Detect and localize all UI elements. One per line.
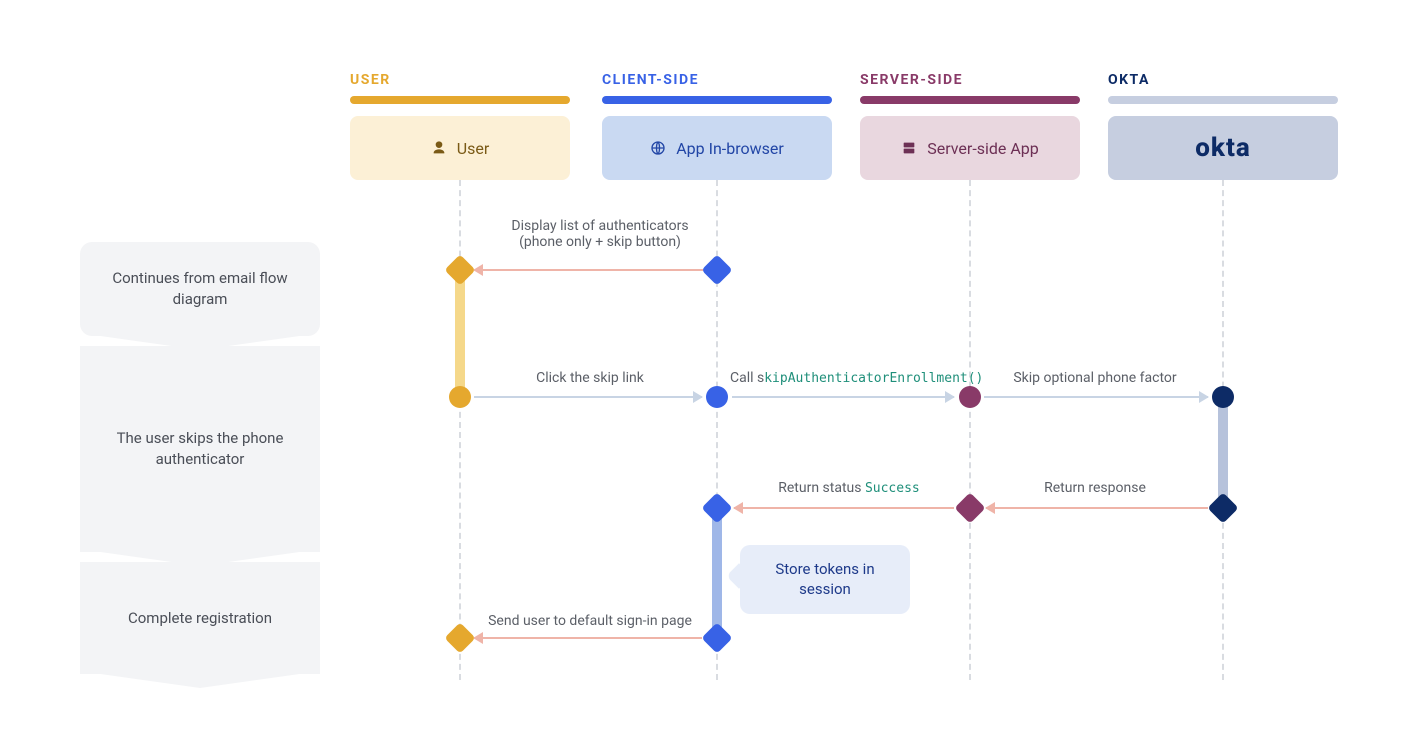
lane-label: Server-side App xyxy=(927,139,1039,158)
step-label: Complete registration xyxy=(128,608,272,629)
node-user xyxy=(449,386,471,408)
lane-label: User xyxy=(457,139,490,158)
arrow-skip-optional xyxy=(984,396,1208,398)
lane-title-user: USER xyxy=(350,72,391,88)
lane-label: App In-browser xyxy=(676,139,784,158)
msg-send-to-signin: Send user to default sign-in page xyxy=(465,613,715,629)
arrow-click-skip xyxy=(474,396,702,398)
node-server xyxy=(954,492,985,523)
lane-bar-okta xyxy=(1108,96,1338,104)
step-label: The user skips the phone authenticator xyxy=(104,428,296,470)
lane-title-server: SERVER-SIDE xyxy=(860,72,963,88)
arrow-return-status xyxy=(734,507,954,509)
node-client xyxy=(706,386,728,408)
arrow-return-response xyxy=(986,507,1208,509)
chevron-divider xyxy=(80,672,320,694)
arrow-call-skip xyxy=(732,396,954,398)
arrow-send-to-signin xyxy=(474,637,702,639)
step-complete-registration: Complete registration xyxy=(80,562,320,674)
lifeline-server xyxy=(969,180,971,680)
msg-click-skip: Click the skip link xyxy=(490,370,690,386)
step-skip-phone: The user skips the phone authenticator xyxy=(80,346,320,552)
lane-title-client: CLIENT-SIDE xyxy=(602,72,699,88)
diagram-canvas: Continues from email flow diagram The us… xyxy=(0,0,1424,740)
lane-box-user: User xyxy=(350,116,570,180)
msg-return-response: Return response xyxy=(1000,480,1190,496)
note-store-tokens: Store tokens in session xyxy=(740,545,910,614)
lane-box-okta: okta xyxy=(1108,116,1338,180)
node-client xyxy=(701,492,732,523)
lane-bar-server xyxy=(860,96,1080,104)
lane-box-client: App In-browser xyxy=(602,116,832,180)
activation-okta xyxy=(1218,396,1228,508)
node-server xyxy=(959,386,981,408)
lane-bar-user xyxy=(350,96,570,104)
step-label: Continues from email flow diagram xyxy=(104,268,296,310)
server-icon xyxy=(901,140,917,156)
msg-call-skip-enrollment: Call skipAuthenticatorEnrollment() xyxy=(730,370,970,386)
lane-title-okta: OKTA xyxy=(1108,72,1150,88)
msg-return-status: Return status Success xyxy=(744,480,954,496)
globe-icon xyxy=(650,140,666,156)
node-okta xyxy=(1207,492,1238,523)
user-icon xyxy=(431,140,447,156)
node-okta xyxy=(1212,386,1234,408)
node-user xyxy=(444,254,475,285)
okta-logo: okta xyxy=(1195,133,1250,163)
lane-box-server: Server-side App xyxy=(860,116,1080,180)
node-client xyxy=(701,254,732,285)
msg-skip-optional-phone: Skip optional phone factor xyxy=(990,370,1200,386)
activation-user xyxy=(455,270,465,398)
arrow-display-authenticators xyxy=(474,269,704,271)
step-continues-from-email: Continues from email flow diagram xyxy=(80,242,320,336)
lane-bar-client xyxy=(602,96,832,104)
msg-display-authenticators: Display list of authenticators (phone on… xyxy=(480,218,720,250)
